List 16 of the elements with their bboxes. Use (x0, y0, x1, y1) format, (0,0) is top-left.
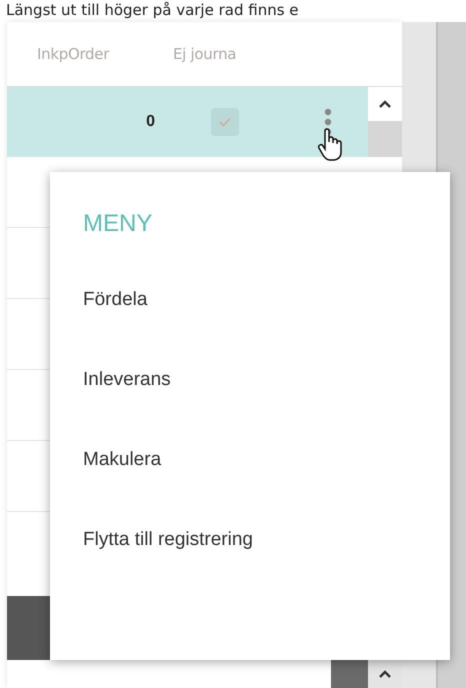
scrollbar-thumb[interactable] (331, 660, 368, 688)
menu-item[interactable]: Inleverans (83, 340, 171, 420)
caret-up-icon (379, 100, 391, 108)
hand-cursor-icon (318, 128, 344, 162)
menu-title: MENY (83, 209, 154, 239)
scroll-up-button[interactable] (368, 660, 402, 688)
caret-up-icon (379, 670, 391, 678)
check-icon (219, 117, 231, 127)
table-row[interactable]: 0 (7, 87, 368, 157)
checkbox[interactable] (211, 108, 239, 136)
scroll-up-button[interactable] (368, 87, 402, 121)
intro-text: Längst ut till höger på varje rad finns e (5, 0, 300, 21)
menu-item[interactable]: Makulera (83, 420, 162, 500)
table-cell-text: 0 (145, 113, 155, 131)
menu-item[interactable]: Flytta till registrering (83, 500, 253, 580)
menu-item[interactable]: Fördela (83, 260, 148, 340)
